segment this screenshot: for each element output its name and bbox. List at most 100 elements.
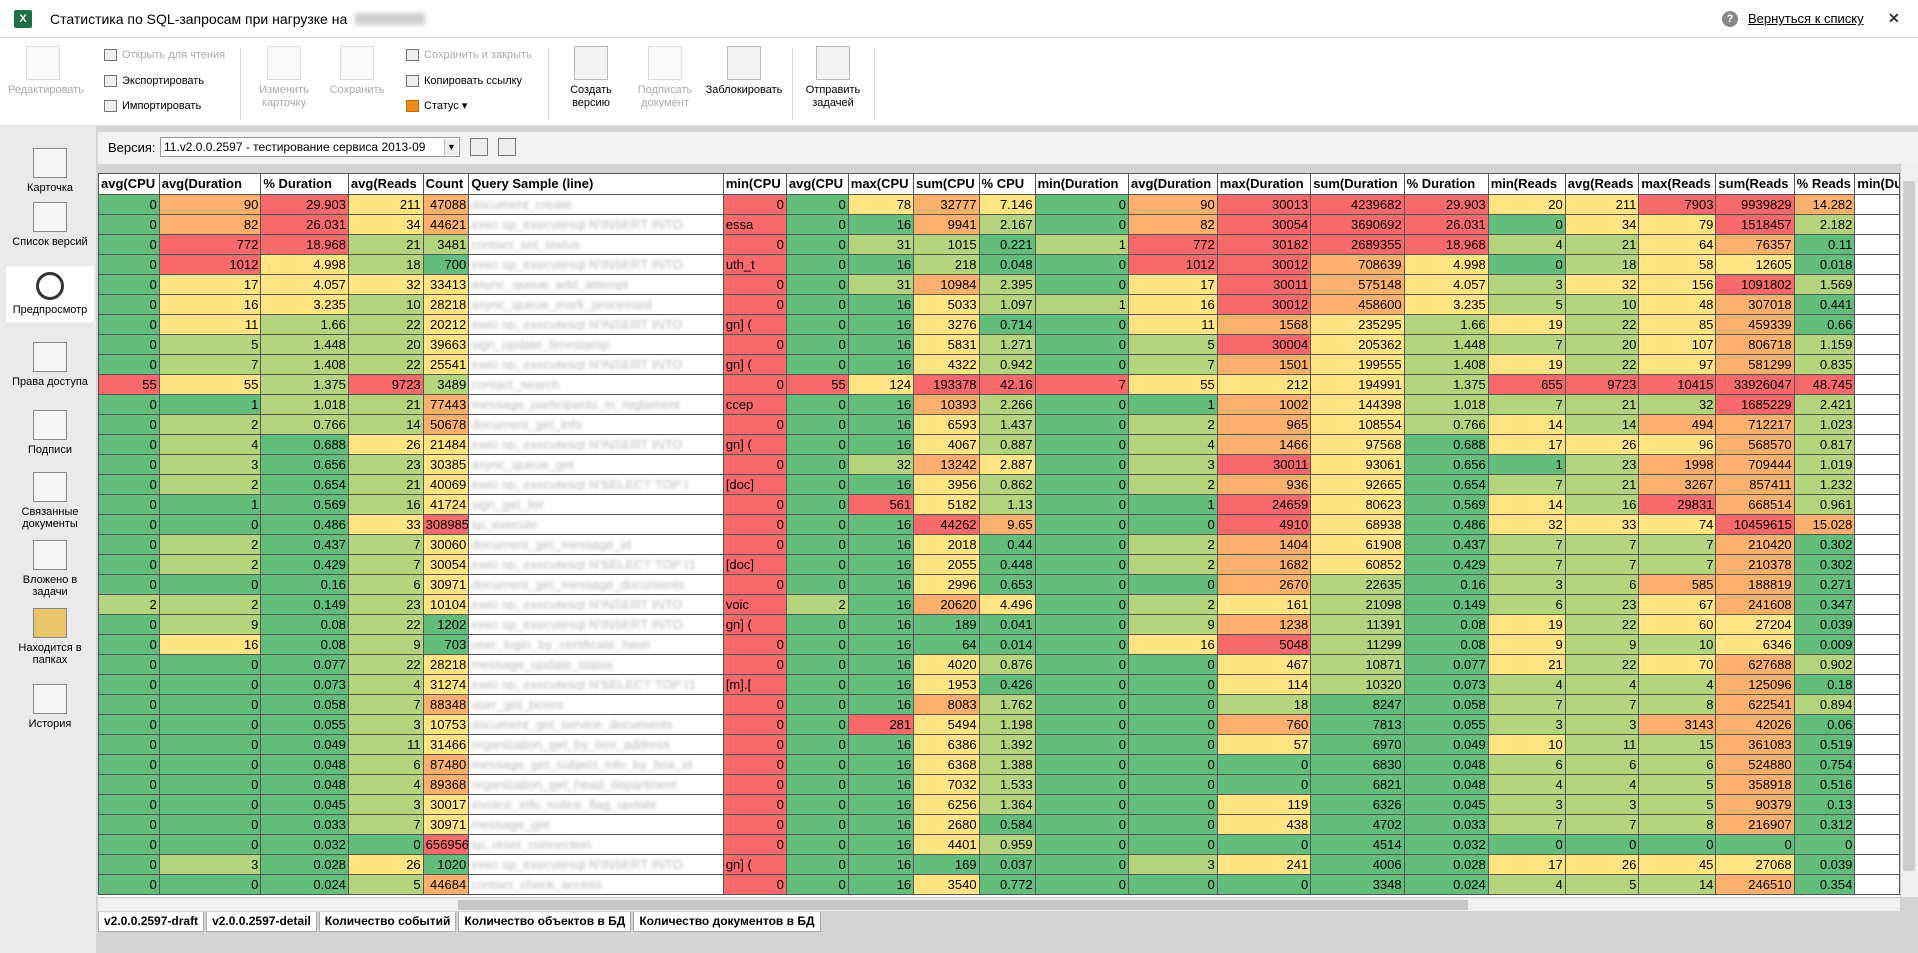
sidebar-item-related-documents[interactable]: Связанные документы <box>6 472 94 530</box>
query-sample-cell[interactable]: exec sp_executesql N'INSERT INTO <box>468 614 724 635</box>
table-cell[interactable]: 10 <box>1564 294 1640 315</box>
table-cell[interactable]: 438 <box>1216 814 1312 835</box>
table-cell[interactable]: 0 <box>785 734 849 755</box>
query-sample-cell[interactable]: user_get_boxes <box>468 694 724 715</box>
column-header[interactable]: avg(Duration <box>1128 173 1218 195</box>
table-cell[interactable]: 3690692 <box>1310 214 1405 235</box>
table-cell[interactable]: 459339 <box>1715 314 1795 335</box>
table-cell[interactable]: 581299 <box>1715 354 1795 375</box>
table-cell[interactable]: 936 <box>1216 474 1312 495</box>
table-cell[interactable]: 4401 <box>913 834 980 855</box>
table-cell[interactable]: 0.024 <box>1403 874 1489 895</box>
table-cell[interactable]: 0 <box>785 314 849 335</box>
table-cell[interactable]: 708639 <box>1310 254 1405 275</box>
table-cell[interactable]: 0 <box>785 334 849 355</box>
table-cell[interactable]: 0 <box>98 494 160 515</box>
table-cell[interactable]: 108554 <box>1310 414 1405 435</box>
table-cell[interactable]: 0 <box>785 414 849 435</box>
table-cell[interactable] <box>1854 394 1900 415</box>
table-cell[interactable]: 4067 <box>913 434 980 455</box>
table-cell[interactable]: 3 <box>1487 714 1566 735</box>
query-sample-cell[interactable]: sp_execute <box>468 514 724 535</box>
table-cell[interactable]: 3 <box>1564 794 1640 815</box>
table-cell[interactable]: 0 <box>1034 614 1130 635</box>
table-cell[interactable]: 1 <box>1128 394 1218 415</box>
table-cell[interactable] <box>1854 234 1900 255</box>
table-cell[interactable]: 41724 <box>422 494 470 515</box>
table-cell[interactable]: 7 <box>1564 554 1640 575</box>
column-header[interactable]: min(Reads <box>1487 173 1566 195</box>
table-cell[interactable]: 0 <box>722 654 787 675</box>
table-cell[interactable]: 0 <box>1034 534 1130 555</box>
table-cell[interactable]: 11299 <box>1310 634 1405 655</box>
table-cell[interactable]: 33 <box>1564 514 1640 535</box>
table-cell[interactable]: [doc] <box>722 474 787 495</box>
table-cell[interactable]: 4.057 <box>1403 274 1489 295</box>
table-cell[interactable]: 80623 <box>1310 494 1405 515</box>
table-cell[interactable]: 7 <box>1487 814 1566 835</box>
table-cell[interactable]: 1.271 <box>978 334 1036 355</box>
table-cell[interactable]: 0 <box>785 474 849 495</box>
table-cell[interactable]: 22 <box>1564 314 1640 335</box>
table-cell[interactable]: 0 <box>1034 554 1130 575</box>
table-cell[interactable]: 0.429 <box>1403 554 1489 575</box>
table-cell[interactable] <box>1854 314 1900 335</box>
table-cell[interactable]: 16 <box>847 814 915 835</box>
table-cell[interactable]: 114 <box>1216 674 1312 695</box>
table-cell[interactable]: 0 <box>722 874 787 895</box>
table-cell[interactable]: 30971 <box>422 814 470 835</box>
table-cell[interactable]: 23 <box>1564 594 1640 615</box>
table-cell[interactable]: 22 <box>1564 614 1640 635</box>
table-cell[interactable]: 16 <box>847 534 915 555</box>
table-cell[interactable]: 703 <box>422 634 470 655</box>
table-cell[interactable]: 0 <box>722 534 787 555</box>
table-cell[interactable]: 7903 <box>1638 194 1717 215</box>
table-cell[interactable]: 33 <box>347 514 424 535</box>
table-cell[interactable]: 2 <box>1128 474 1218 495</box>
table-cell[interactable]: 9 <box>1128 614 1218 635</box>
table-cell[interactable]: 0.028 <box>1403 854 1489 875</box>
table-cell[interactable]: 27068 <box>1715 854 1795 875</box>
table-cell[interactable]: 0 <box>1128 794 1218 815</box>
table-cell[interactable]: 21 <box>347 234 424 255</box>
edit-button[interactable]: Редактировать <box>8 38 84 97</box>
table-cell[interactable]: 0.221 <box>978 234 1036 255</box>
table-cell[interactable]: 15 <box>1638 734 1717 755</box>
save-button[interactable]: Сохранить <box>324 38 390 97</box>
table-cell[interactable]: 0 <box>785 654 849 675</box>
table-cell[interactable]: 0 <box>1128 654 1218 675</box>
table-cell[interactable]: 0 <box>785 854 849 875</box>
table-cell[interactable] <box>1854 294 1900 315</box>
table-cell[interactable]: 10415 <box>1638 374 1717 395</box>
table-cell[interactable]: 0 <box>785 574 849 595</box>
table-cell[interactable]: 3 <box>1487 274 1566 295</box>
table-cell[interactable]: 1091802 <box>1715 274 1795 295</box>
table-cell[interactable]: 4 <box>1487 874 1566 895</box>
table-cell[interactable]: 0 <box>722 754 787 775</box>
table-cell[interactable]: 10 <box>347 294 424 315</box>
table-cell[interactable]: 1.198 <box>978 714 1036 735</box>
table-cell[interactable]: 2 <box>158 414 262 435</box>
table-cell[interactable] <box>1854 534 1900 555</box>
table-cell[interactable] <box>1854 754 1900 775</box>
sidebar-item-versions[interactable]: Список версий <box>6 202 94 248</box>
table-cell[interactable]: 0.902 <box>1793 654 1856 675</box>
table-cell[interactable]: 210420 <box>1715 534 1795 555</box>
table-cell[interactable]: 2 <box>1128 554 1218 575</box>
query-sample-cell[interactable]: exec sp_executesql N'INSERT INTO <box>468 854 724 875</box>
query-sample-cell[interactable]: async_queue_mark_processed <box>468 294 724 315</box>
query-sample-cell[interactable]: invoice_info_notice_flag_update <box>468 794 724 815</box>
table-cell[interactable]: 0.009 <box>1793 634 1856 655</box>
table-cell[interactable]: 0 <box>1034 274 1130 295</box>
table-cell[interactable]: 30054 <box>1216 214 1312 235</box>
table-cell[interactable]: 16 <box>847 834 915 855</box>
column-header[interactable]: max(CPU <box>847 173 915 195</box>
scroll-thumb[interactable] <box>1903 181 1915 871</box>
table-cell[interactable]: 0 <box>722 794 787 815</box>
query-sample-cell[interactable]: organization_get_head_department <box>468 774 724 795</box>
table-cell[interactable] <box>1854 374 1900 395</box>
table-cell[interactable]: 0 <box>1128 734 1218 755</box>
table-cell[interactable]: 0 <box>722 834 787 855</box>
table-cell[interactable]: 7 <box>1128 354 1218 375</box>
table-cell[interactable]: 0 <box>722 494 787 515</box>
